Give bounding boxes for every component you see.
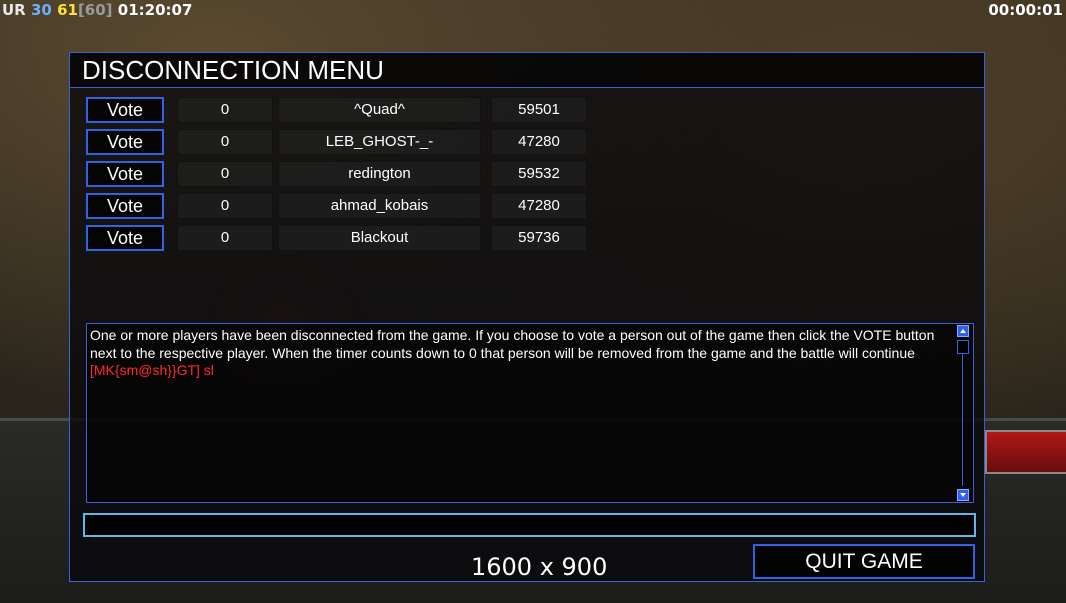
dialog-title-bar: DISCONNECTION MENU — [70, 53, 984, 88]
countdown-timer: 00:00:01 — [988, 1, 1063, 19]
system-message: One or more players have been disconnect… — [90, 327, 935, 361]
chat-log: One or more players have been disconnect… — [86, 323, 974, 503]
player-ping: 47280 — [491, 129, 587, 155]
player-ping: 47280 — [491, 193, 587, 219]
vote-button[interactable]: Vote — [86, 161, 164, 187]
player-ping: 59501 — [491, 97, 587, 123]
vote-count: 0 — [177, 225, 273, 251]
player-name: ahmad_kobais — [278, 193, 481, 219]
player-name: redington — [278, 161, 481, 187]
chat-input[interactable] — [83, 513, 976, 537]
dialog-title: DISCONNECTION MENU — [82, 55, 384, 85]
player-ping: 59532 — [491, 161, 587, 187]
vote-count: 0 — [177, 193, 273, 219]
chat-scrollbar[interactable] — [955, 324, 973, 502]
vote-count: 0 — [177, 129, 273, 155]
stats-prefix: UR — [2, 1, 26, 19]
scroll-track[interactable] — [962, 354, 963, 486]
disconnection-dialog: DISCONNECTION MENU Vote 0 ^Quad^ 59501 V… — [69, 52, 985, 582]
scroll-down-icon[interactable] — [957, 489, 969, 501]
scroll-thumb[interactable] — [957, 340, 969, 354]
vote-button[interactable]: Vote — [86, 129, 164, 155]
player-name: ^Quad^ — [278, 97, 481, 123]
fps-max-value: [60] — [77, 1, 113, 19]
resolution-label: 1600 x 900 — [471, 553, 608, 581]
player-chat-message: [MK{sm@sh}}GT] sl — [90, 362, 214, 378]
game-time: 01:20:07 — [117, 1, 193, 19]
vote-count: 0 — [177, 97, 273, 123]
background-hud-red-panel — [985, 430, 1066, 474]
vote-button[interactable]: Vote — [86, 97, 164, 123]
performance-stats: UR 30 61[60] 01:20:07 — [2, 1, 192, 19]
chat-text: One or more players have been disconnect… — [90, 327, 954, 380]
scroll-up-icon[interactable] — [957, 325, 969, 337]
player-ping: 59736 — [491, 225, 587, 251]
vote-button[interactable]: Vote — [86, 225, 164, 251]
vote-button[interactable]: Vote — [86, 193, 164, 219]
quit-game-button[interactable]: QUIT GAME — [753, 544, 975, 579]
player-name: LEB_GHOST-_- — [278, 129, 481, 155]
fps-cap-value: 61 — [57, 1, 78, 19]
player-name: Blackout — [278, 225, 481, 251]
vote-count: 0 — [177, 161, 273, 187]
fps-value: 30 — [30, 1, 52, 19]
